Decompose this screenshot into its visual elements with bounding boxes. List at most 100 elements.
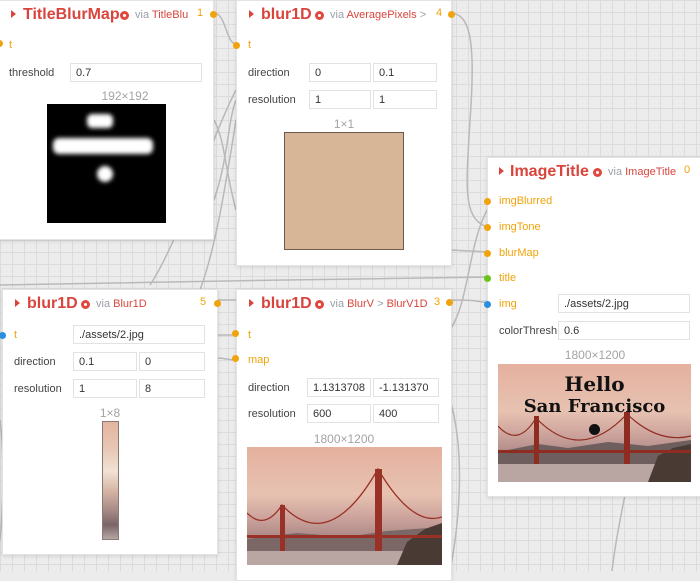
direction-label: direction (248, 67, 290, 79)
direction-label: direction (248, 382, 290, 394)
titled-image-preview: Hello San Francisco (498, 364, 691, 482)
node-title: TitleBlurMap (23, 6, 120, 23)
direction-x-input[interactable] (307, 378, 371, 397)
resolution-y-input[interactable] (373, 90, 437, 109)
node-header[interactable]: blur1D via AveragePixels > 4 (237, 1, 451, 31)
input-port-img[interactable] (484, 301, 491, 308)
collapse-caret-icon[interactable] (499, 167, 504, 175)
output-count: 5 (200, 296, 207, 308)
node-title: ImageTitle (510, 163, 589, 180)
overlay-title-line2: San Francisco (523, 396, 666, 417)
resolution-label: resolution (248, 94, 296, 106)
node-blur1d-average[interactable]: blur1D via AveragePixels > 4 t direction… (233, 0, 455, 266)
img-path-input[interactable] (558, 294, 690, 313)
input-port-imgblurred[interactable] (484, 198, 491, 205)
via-source[interactable]: via AveragePixels > (330, 9, 438, 21)
output-port[interactable] (214, 300, 221, 307)
direction-y-input[interactable] (373, 63, 437, 82)
record-dot-icon[interactable] (315, 11, 324, 20)
input-label-title: title (499, 272, 517, 284)
input-port-imgtone[interactable] (484, 224, 491, 231)
output-port[interactable] (448, 11, 455, 18)
collapse-caret-icon[interactable] (249, 299, 254, 307)
threshold-label: threshold (9, 67, 55, 79)
blur-map-graphic (53, 114, 153, 182)
input-port-title[interactable] (484, 275, 491, 282)
output-port-blurv[interactable] (446, 299, 453, 306)
record-dot-icon[interactable] (81, 300, 90, 309)
colorthresh-label: colorThresh (499, 325, 557, 337)
direction-x-input[interactable] (309, 63, 371, 82)
node-header[interactable]: blur1D via Blur1D 5 (3, 290, 217, 320)
input-label-blurmap: blurMap (499, 247, 539, 259)
input-label-imgtone: imgTone (499, 221, 541, 233)
via-link[interactable]: TitleBlu (152, 9, 188, 21)
direction-x-input[interactable] (73, 352, 137, 371)
input-label-imgblurred: imgBlurred (499, 195, 553, 207)
via-link[interactable]: ImageTitle (625, 166, 676, 178)
collapse-caret-icon[interactable] (11, 10, 16, 18)
smiley-icon (589, 424, 600, 435)
resolution-label: resolution (14, 383, 62, 395)
output-count: 0 (684, 164, 691, 176)
input-port-t[interactable] (233, 42, 240, 49)
via-link[interactable]: AveragePixels (347, 9, 417, 21)
resolution-label: resolution (248, 408, 296, 420)
node-blur1d-blurv[interactable]: blur1D via BlurV > BlurV1D 3 t map direc… (236, 289, 452, 581)
output-count: 3 (434, 296, 441, 308)
resolution-y-input[interactable] (373, 404, 439, 423)
output-count: 1 (197, 7, 204, 19)
via-link-2[interactable]: BlurV1D (387, 298, 428, 310)
image-dimensions: 1×1 (333, 117, 355, 131)
input-label-map: map (248, 354, 270, 366)
image-dimensions: 1×8 (99, 406, 121, 420)
direction-label: direction (14, 356, 56, 368)
input-port-blurv-map[interactable] (232, 355, 239, 362)
image-dimensions: 192×192 (101, 89, 149, 103)
record-dot-icon[interactable] (315, 300, 324, 309)
input-port-t[interactable] (0, 332, 6, 339)
image-dimensions: 1800×1200 (564, 348, 626, 362)
via-link[interactable]: Blur1D (113, 298, 147, 310)
output-count: 4 (436, 7, 443, 19)
node-title: blur1D (261, 295, 312, 312)
via-source[interactable]: via BlurV > BlurV1D (330, 298, 428, 310)
collapse-caret-icon[interactable] (15, 299, 20, 307)
input-label-t: t (9, 39, 13, 51)
input-port-blurv-t[interactable] (232, 330, 239, 337)
record-dot-icon[interactable] (593, 168, 602, 177)
input-label-t: t (248, 39, 252, 51)
resolution-x-input[interactable] (307, 404, 371, 423)
node-image-title[interactable]: ImageTitle via ImageTitle 0 imgBlurred i… (484, 157, 700, 497)
threshold-input[interactable] (70, 63, 202, 82)
resolution-x-input[interactable] (73, 379, 137, 398)
blur-map-preview (47, 104, 166, 223)
via-source[interactable]: via TitleBlu (135, 9, 193, 21)
colorthresh-input[interactable] (558, 321, 690, 340)
direction-y-input[interactable] (373, 378, 439, 397)
direction-y-input[interactable] (139, 352, 205, 371)
output-port[interactable] (210, 11, 217, 18)
via-source[interactable]: via ImageTitle (608, 166, 683, 178)
node-title: blur1D (261, 6, 312, 23)
node-title-blur-map[interactable]: TitleBlurMap via TitleBlu 1 t threshold … (0, 0, 217, 240)
node-header[interactable]: TitleBlurMap via TitleBlu 1 (0, 1, 213, 31)
via-source[interactable]: via Blur1D (96, 298, 196, 310)
record-dot-icon[interactable] (120, 11, 129, 20)
bridge-graphic (247, 467, 442, 565)
overlay-title-line1: Hello (564, 372, 625, 396)
via-link[interactable]: BlurV (347, 298, 374, 310)
node-header[interactable]: ImageTitle via ImageTitle 0 (488, 158, 700, 188)
resolution-x-input[interactable] (309, 90, 371, 109)
collapse-caret-icon[interactable] (249, 10, 254, 18)
image-dimensions: 1800×1200 (313, 432, 375, 446)
t-path-input[interactable] (73, 325, 205, 344)
input-port-blurmap[interactable] (484, 250, 491, 257)
node-title: blur1D (27, 295, 78, 312)
resolution-y-input[interactable] (139, 379, 205, 398)
node-header[interactable]: blur1D via BlurV > BlurV1D 3 (237, 290, 451, 320)
node-blur1d-left[interactable]: blur1D via Blur1D 5 t direction resoluti… (0, 289, 221, 555)
average-color-swatch (284, 132, 404, 250)
input-label-t: t (14, 329, 18, 341)
blurred-image-preview (247, 447, 442, 565)
